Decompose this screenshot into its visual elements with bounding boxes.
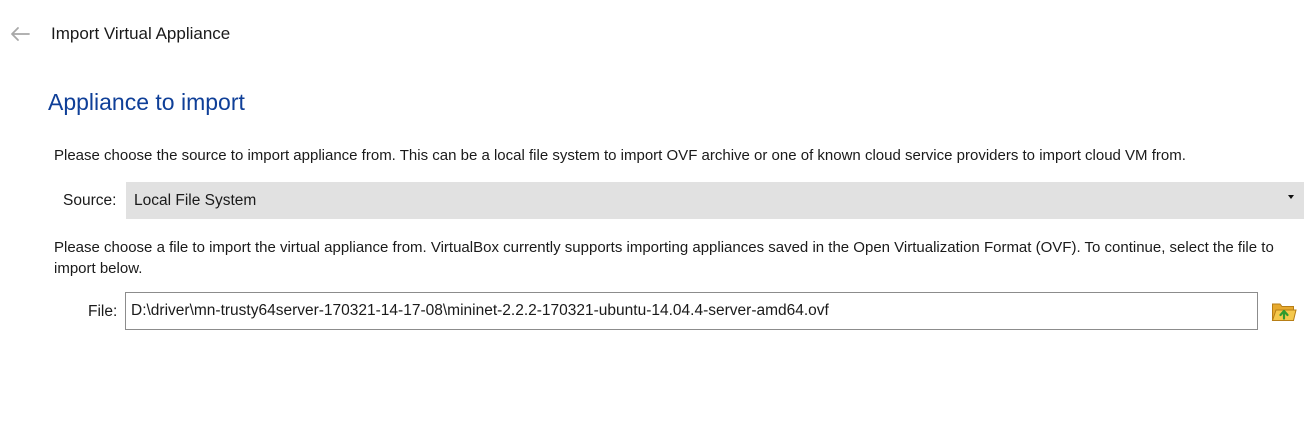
file-path-input[interactable] xyxy=(125,292,1258,330)
source-label: Source: xyxy=(63,192,117,209)
file-label: File: xyxy=(88,303,118,320)
window-title: Import Virtual Appliance xyxy=(51,24,231,43)
folder-open-icon xyxy=(1271,303,1297,321)
browse-file-button[interactable] xyxy=(1270,297,1298,325)
source-description: Please choose the source to import appli… xyxy=(54,147,1186,164)
chevron-down-icon xyxy=(1288,195,1294,199)
back-arrow-icon xyxy=(11,27,30,41)
file-description: Please choose a file to import the virtu… xyxy=(54,239,1274,277)
source-dropdown[interactable]: Local File System xyxy=(126,182,1304,219)
title-bar: Import Virtual Appliance xyxy=(0,0,1313,70)
page-heading: Appliance to import xyxy=(48,89,245,115)
source-selected-value: Local File System xyxy=(134,192,257,209)
back-button[interactable] xyxy=(6,22,34,46)
